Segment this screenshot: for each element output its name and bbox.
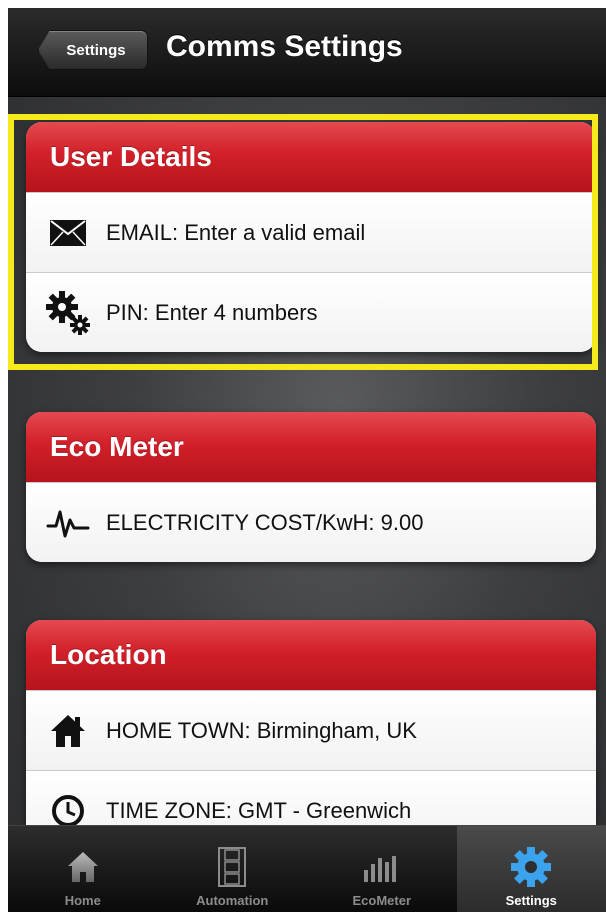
film-icon (218, 841, 247, 893)
electricity-cost-row[interactable]: ELECTRICITY COST/KwH: 9.00 (26, 482, 596, 562)
page-title: Comms Settings (166, 30, 403, 63)
pulse-icon (46, 501, 90, 545)
location-header: Location (26, 620, 596, 690)
tab-home[interactable]: Home (8, 826, 158, 912)
user-details-card: User Details EMAIL: Enter a valid email (26, 122, 596, 352)
home-icon (66, 841, 100, 893)
house-icon (46, 709, 90, 753)
pin-label: PIN: Enter 4 numbers (106, 299, 318, 325)
tab-automation[interactable]: Automation (158, 826, 308, 912)
gears-icon (46, 290, 90, 335)
pin-row[interactable]: PIN: Enter 4 numbers (26, 272, 596, 352)
tab-settings[interactable]: Settings (456, 826, 606, 912)
email-label: EMAIL: Enter a valid email (106, 219, 366, 245)
tab-ecometer[interactable]: EcoMeter (307, 826, 457, 912)
tab-bar: Home Automation EcoMeter Settings (8, 825, 606, 912)
eco-meter-header: Eco Meter (26, 412, 596, 482)
tab-automation-label: Automation (196, 893, 269, 908)
time-zone-label: TIME ZONE: GMT - Greenwich (106, 797, 412, 823)
home-town-row[interactable]: HOME TOWN: Birmingham, UK (26, 690, 596, 770)
back-button[interactable]: Settings (38, 30, 148, 70)
location-card: Location HOME TOWN: Birmingham, UK TIME … (26, 620, 596, 850)
tab-settings-label: Settings (505, 893, 557, 908)
phone-screen: Settings Comms Settings User Details EMA… (8, 8, 606, 912)
home-town-label: HOME TOWN: Birmingham, UK (106, 717, 417, 743)
electricity-cost-label: ELECTRICITY COST/KwH: 9.00 (106, 509, 424, 535)
email-row[interactable]: EMAIL: Enter a valid email (26, 192, 596, 272)
user-details-header: User Details (26, 122, 596, 192)
eco-meter-card: Eco Meter ELECTRICITY COST/KwH: 9.00 (26, 412, 596, 562)
tab-ecometer-label: EcoMeter (352, 893, 412, 908)
envelope-icon (46, 211, 90, 255)
tab-home-label: Home (64, 893, 101, 908)
bar-chart-icon (362, 841, 402, 893)
navigation-bar: Settings Comms Settings (8, 8, 606, 97)
gear-icon (509, 841, 553, 893)
